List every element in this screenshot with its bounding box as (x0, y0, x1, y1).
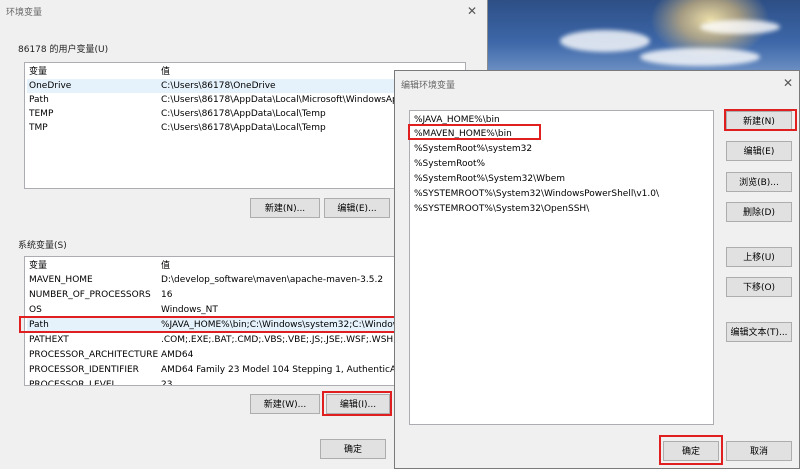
list-item[interactable]: %SYSTEMROOT%\System32\OpenSSH\ (414, 202, 589, 216)
variable-name: NUMBER_OF_PROCESSORS (29, 290, 151, 300)
table-row[interactable]: MAVEN_HOME D:\develop_software\maven\apa… (27, 273, 405, 287)
list-header: 变量 值 (27, 259, 405, 273)
column-header-variable: 变量 (29, 67, 48, 77)
variable-value: C:\Users\86178\AppData\Local\Temp (161, 123, 326, 133)
variable-value: %JAVA_HOME%\bin;C:\Windows\system32;C:\W… (161, 320, 405, 330)
move-down-button[interactable]: 下移(O) (726, 277, 792, 297)
edit-text-button[interactable]: 编辑文本(T)... (726, 322, 792, 342)
user-variables-label: 86178 的用户变量(U) (18, 45, 109, 55)
variable-name: OS (29, 305, 42, 315)
variable-value: 23 (161, 380, 173, 386)
cloud (640, 48, 760, 66)
list-item[interactable]: %SystemRoot%\System32\Wbem (414, 172, 565, 186)
table-row[interactable]: PATHEXT .COM;.EXE;.BAT;.CMD;.VBS;.VBE;.J… (27, 333, 405, 347)
delete-button[interactable]: 删除(D) (726, 202, 792, 222)
variable-name: PROCESSOR_ARCHITECTURE (29, 350, 159, 360)
variable-name: OneDrive (29, 81, 72, 91)
new-button[interactable]: 新建(N) (726, 111, 792, 131)
variable-name: Path (29, 320, 49, 330)
variable-name: TEMP (29, 109, 54, 119)
env-ok-button[interactable]: 确定 (320, 439, 386, 459)
edit-button[interactable]: 编辑(E) (726, 141, 792, 161)
edit-ok-button[interactable]: 确定 (663, 441, 719, 461)
system-new-button[interactable]: 新建(W)... (250, 394, 320, 414)
variable-name: Path (29, 95, 49, 105)
variable-value: AMD64 Family 23 Model 104 Stepping 1, Au… (161, 365, 406, 375)
browse-button[interactable]: 浏览(B)... (726, 172, 792, 192)
variable-value: C:\Users\86178\AppData\Local\Microsoft\W… (161, 95, 412, 105)
variable-value: .COM;.EXE;.BAT;.CMD;.VBS;.VBE;.JS;.JSE;.… (161, 335, 406, 345)
variable-name: PROCESSOR_IDENTIFIER (29, 365, 139, 375)
edit-environment-variable-dialog: 编辑环境变量 ✕ %JAVA_HOME%\bin %MAVEN_HOME%\bi… (394, 70, 800, 469)
variable-value: C:\Users\86178\AppData\Local\Temp (161, 109, 326, 119)
column-header-variable: 变量 (29, 261, 48, 271)
variable-value: AMD64 (161, 350, 194, 360)
variable-name: PATHEXT (29, 335, 69, 345)
list-item[interactable]: %SystemRoot% (414, 157, 485, 171)
table-row[interactable]: PROCESSOR_LEVEL 23 (27, 378, 405, 386)
variable-name: TMP (29, 123, 48, 133)
cloud (700, 20, 780, 34)
variable-value: 16 (161, 290, 173, 300)
dialog-title: 编辑环境变量 (401, 81, 456, 91)
user-edit-button[interactable]: 编辑(E)... (324, 198, 390, 218)
user-new-button[interactable]: 新建(N)... (250, 198, 320, 218)
table-row[interactable]: PROCESSOR_ARCHITECTURE AMD64 (27, 348, 405, 362)
system-edit-button[interactable]: 编辑(I)... (326, 394, 390, 414)
close-icon[interactable]: ✕ (781, 76, 795, 90)
column-header-value: 值 (161, 67, 171, 77)
edit-cancel-button[interactable]: 取消 (726, 441, 792, 461)
list-item[interactable]: %JAVA_HOME%\bin (414, 113, 500, 127)
system-variables-list[interactable]: 变量 值 MAVEN_HOME D:\develop_software\mave… (24, 256, 406, 386)
list-item[interactable]: %SYSTEMROOT%\System32\WindowsPowerShell\… (414, 187, 659, 201)
column-header-value: 值 (161, 261, 171, 271)
variable-name: PROCESSOR_LEVEL (29, 380, 117, 386)
list-item-maven[interactable]: %MAVEN_HOME%\bin (414, 127, 512, 141)
table-row[interactable]: NUMBER_OF_PROCESSORS 16 (27, 288, 405, 302)
list-item[interactable]: %SystemRoot%\system32 (414, 142, 532, 156)
table-row[interactable]: PROCESSOR_IDENTIFIER AMD64 Family 23 Mod… (27, 363, 405, 377)
dialog-title: 环境变量 (6, 8, 43, 18)
path-entries-list[interactable]: %JAVA_HOME%\bin %MAVEN_HOME%\bin %System… (409, 110, 714, 425)
table-row-path-selected[interactable]: Path %JAVA_HOME%\bin;C:\Windows\system32… (27, 318, 405, 332)
variable-value: Windows_NT (161, 305, 218, 315)
system-variables-label: 系统变量(S) (18, 241, 67, 251)
table-row[interactable]: OS Windows_NT (27, 303, 405, 317)
variable-name: MAVEN_HOME (29, 275, 93, 285)
variable-value: C:\Users\86178\OneDrive (161, 81, 276, 91)
cloud (560, 30, 650, 52)
move-up-button[interactable]: 上移(U) (726, 247, 792, 267)
variable-value: D:\develop_software\maven\apache-maven-3… (161, 275, 384, 285)
close-icon[interactable]: ✕ (465, 4, 479, 18)
